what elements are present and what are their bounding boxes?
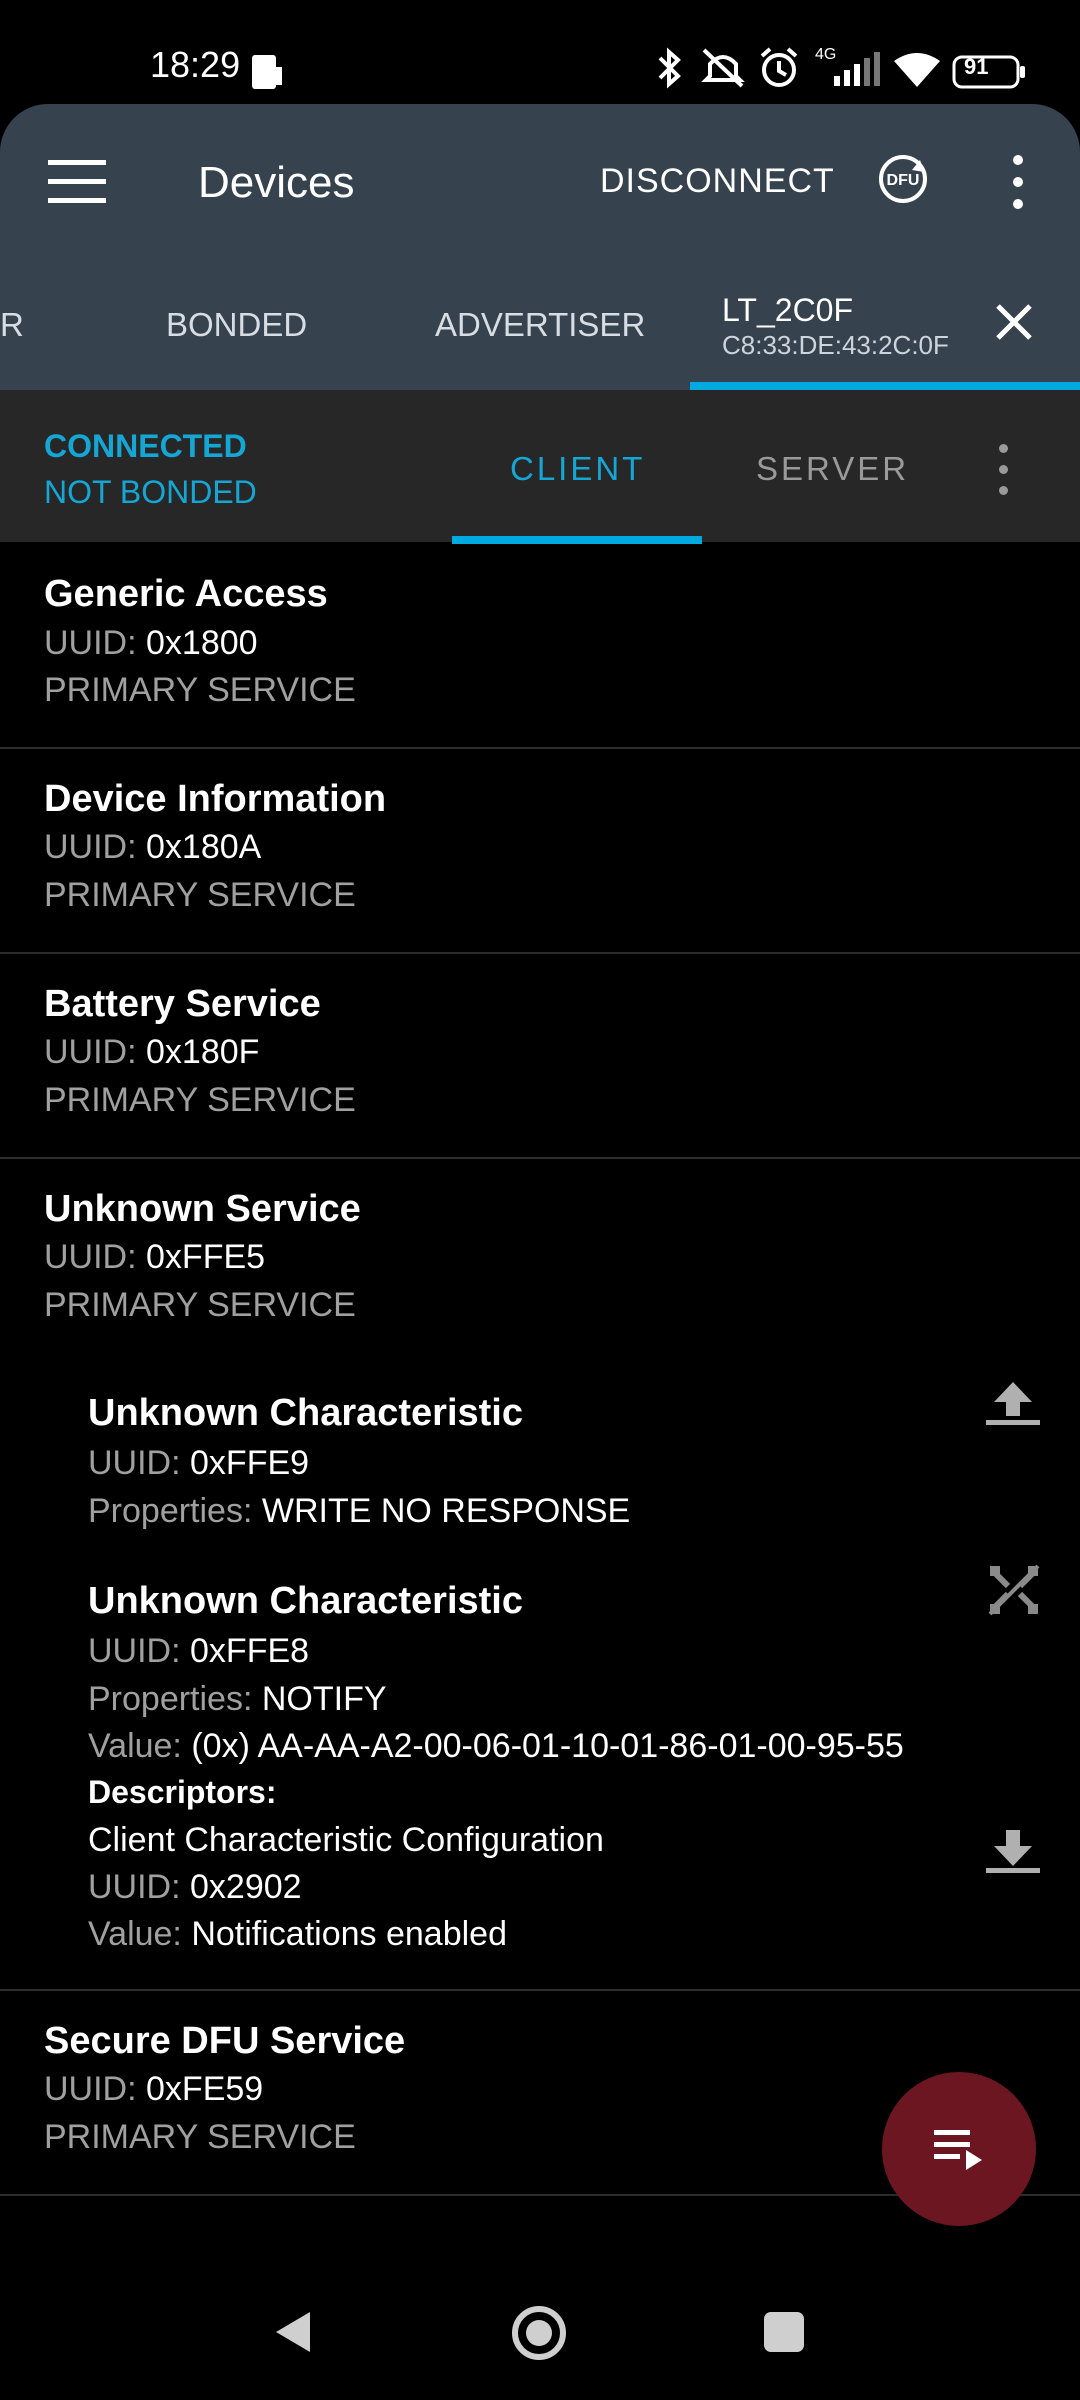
page-title: Devices <box>198 158 355 207</box>
overflow-menu-icon[interactable] <box>995 444 1011 495</box>
characteristic-name: Unknown Characteristic <box>88 1392 523 1434</box>
menu-icon[interactable] <box>48 160 106 204</box>
tab-server[interactable]: SERVER <box>756 450 909 488</box>
log-fab-button[interactable] <box>882 2072 1036 2226</box>
service-type: PRIMARY SERVICE <box>44 2118 356 2156</box>
service-uuid-row: UUID: 0xFFE5 <box>44 1238 266 1276</box>
status-time: 18:29 <box>150 44 241 85</box>
characteristic-uuid-row: UUID: 0xFFE8 <box>88 1632 310 1670</box>
characteristic-value-row: Value: (0x) AA-AA-A2-00-06-01-10-01-86-0… <box>88 1727 904 1765</box>
battery-level: 91 <box>964 54 989 79</box>
close-icon[interactable] <box>992 300 1036 344</box>
tab-scanner-partial[interactable]: R <box>0 306 24 344</box>
service-type: PRIMARY SERVICE <box>44 671 356 709</box>
tab-indicator <box>690 382 1080 390</box>
tab-advertiser[interactable]: ADVERTISER <box>435 306 645 344</box>
service-uuid-row: UUID: 0x1800 <box>44 624 258 662</box>
characteristic-properties-row: Properties: WRITE NO RESPONSE <box>88 1492 631 1530</box>
playlist-icon <box>934 2130 982 2170</box>
bluetooth-icon <box>658 47 681 89</box>
service-uuid-row: UUID: 0x180A <box>44 828 262 866</box>
service-uuid-row: UUID: 0xFE59 <box>44 2070 264 2108</box>
mute-icon <box>701 48 745 88</box>
recents-icon[interactable] <box>762 2310 806 2354</box>
service-type: PRIMARY SERVICE <box>44 876 356 914</box>
descriptor-value-row: Value: Notifications enabled <box>88 1915 507 1953</box>
service-name: Generic Access <box>44 573 328 615</box>
service-uuid-row: UUID: 0x180F <box>44 1033 260 1071</box>
tab-device-address: C8:33:DE:43:2C:0F <box>722 330 949 360</box>
upload-icon[interactable] <box>984 1378 1042 1428</box>
client-tab-indicator <box>452 536 702 544</box>
service-name: Secure DFU Service <box>44 2020 406 2062</box>
notifications-off-icon[interactable] <box>986 1562 1042 1618</box>
home-icon[interactable] <box>510 2304 568 2362</box>
descriptor-name: Client Characteristic Configuration <box>88 1821 604 1859</box>
service-type: PRIMARY SERVICE <box>44 1286 356 1324</box>
service-name: Unknown Service <box>44 1188 361 1230</box>
tab-device-name: LT_2C0F <box>722 292 854 328</box>
descriptors-heading: Descriptors: <box>88 1774 277 1810</box>
wifi-icon <box>894 53 940 87</box>
back-icon[interactable] <box>270 2308 314 2356</box>
dfu-label: DFU <box>887 172 920 189</box>
disconnect-button[interactable]: DISCONNECT <box>600 162 835 201</box>
service-name: Device Information <box>44 778 387 820</box>
service-item-unknown[interactable] <box>0 1159 1080 1989</box>
characteristic-uuid-row: UUID: 0xFFE9 <box>88 1444 310 1482</box>
download-icon[interactable] <box>984 1826 1042 1876</box>
signal-icon <box>834 52 880 86</box>
alarm-icon <box>760 47 798 87</box>
descriptor-uuid-row: UUID: 0x2902 <box>88 1868 302 1906</box>
bond-status: NOT BONDED <box>44 474 257 510</box>
tab-bonded[interactable]: BONDED <box>166 306 307 344</box>
service-name: Battery Service <box>44 983 321 1025</box>
characteristic-name: Unknown Characteristic <box>88 1580 523 1622</box>
characteristic-properties-row: Properties: NOTIFY <box>88 1680 387 1718</box>
dfu-button[interactable]: DFU <box>874 150 932 208</box>
tab-client[interactable]: CLIENT <box>510 450 645 488</box>
overflow-menu-icon[interactable] <box>1005 155 1031 209</box>
phone-card-icon <box>252 55 282 89</box>
connection-status: CONNECTED <box>44 428 247 464</box>
service-type: PRIMARY SERVICE <box>44 1081 356 1119</box>
